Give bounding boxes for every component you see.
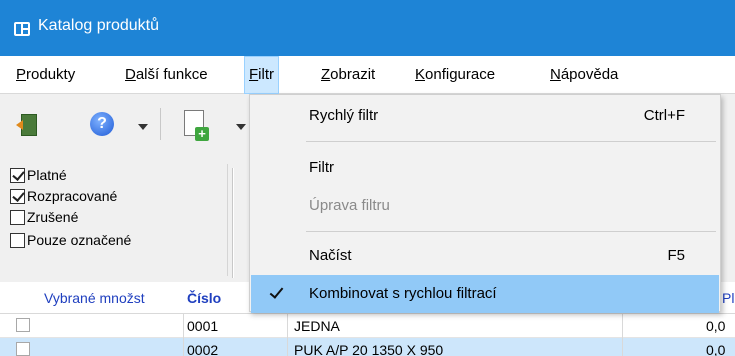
menu-item-label: Rychlý filtr xyxy=(309,107,379,124)
grid-column-divider xyxy=(287,314,288,356)
checkbox-label: Rozpracované xyxy=(27,188,118,204)
checkbox-unchecked-icon[interactable] xyxy=(10,233,25,248)
cell-cislo: 0001 xyxy=(187,318,219,334)
checkbox-label: Platné xyxy=(27,167,67,183)
grid-column-divider xyxy=(183,314,184,356)
checkmark-icon xyxy=(269,284,284,299)
help-dropdown-arrow-icon[interactable] xyxy=(138,124,148,130)
menu-item-rychly-filtr[interactable]: Rychlý filtr Ctrl+F xyxy=(251,97,719,135)
window-title: Katalog produktů xyxy=(38,17,159,34)
cell-value: 0,0 xyxy=(706,318,726,334)
menu-item-shortcut: F5 xyxy=(667,247,685,264)
menu-dalsi-funkce[interactable]: Další funkce xyxy=(121,56,212,94)
column-header-pl[interactable]: Pl xyxy=(722,282,734,314)
grid-column-divider xyxy=(622,314,623,356)
column-header-cislo[interactable]: Číslo xyxy=(187,282,221,314)
menu-item-kombinovat[interactable]: Kombinovat s rychlou filtrací xyxy=(251,275,719,313)
checkbox-label: Zrušené xyxy=(27,209,79,225)
status-checkbox-group: Platné Rozpracované Zrušené Pouze označe… xyxy=(8,164,228,276)
column-header-vybrane-mnozstvi[interactable]: Vybrané množst xyxy=(44,282,145,314)
checkbox-pouze-oznacene[interactable]: Pouze označené xyxy=(10,229,131,251)
table-row[interactable]: 0001 JEDNA 0,0 xyxy=(0,314,735,338)
cell-nazev: JEDNA xyxy=(294,318,340,334)
exit-door-icon[interactable] xyxy=(16,112,40,136)
row-checkbox[interactable] xyxy=(16,342,30,356)
row-checkbox[interactable] xyxy=(16,318,30,332)
table-row[interactable]: 0002 PUK A/P 20 1350 X 950 0,0 xyxy=(0,338,735,356)
menu-item-uprava-filtru: Úprava filtru xyxy=(251,187,719,225)
checkbox-checked-icon[interactable] xyxy=(10,189,25,204)
checkbox-zrusene[interactable]: Zrušené xyxy=(10,206,78,228)
checkbox-checked-icon[interactable] xyxy=(10,168,25,183)
menu-separator xyxy=(306,141,716,142)
title-bar: Katalog produktů xyxy=(0,0,735,56)
menu-produkty[interactable]: Produkty xyxy=(12,56,79,94)
new-dropdown-arrow-icon[interactable] xyxy=(236,124,246,130)
menu-napoveda[interactable]: Nápověda xyxy=(546,56,622,94)
cell-cislo: 0002 xyxy=(187,342,219,356)
menu-item-label: Úprava filtru xyxy=(309,197,390,214)
cell-nazev: PUK A/P 20 1350 X 950 xyxy=(294,342,444,356)
menu-item-filtr[interactable]: Filtr xyxy=(251,149,719,187)
menu-item-nacist[interactable]: Načíst F5 xyxy=(251,237,719,275)
menu-konfigurace[interactable]: Konfigurace xyxy=(411,56,499,94)
help-icon[interactable]: ? xyxy=(90,112,114,136)
checkbox-unchecked-icon[interactable] xyxy=(10,210,25,225)
checkbox-rozpracovane[interactable]: Rozpracované xyxy=(10,185,117,207)
menu-item-label: Filtr xyxy=(309,159,334,176)
menu-item-shortcut: Ctrl+F xyxy=(643,107,685,124)
menu-item-label: Načíst xyxy=(309,247,352,264)
menu-item-label: Kombinovat s rychlou filtrací xyxy=(309,285,497,302)
menu-bar: Produkty Další funkce Filtr Zobrazit Kon… xyxy=(0,56,735,94)
toolbar-separator xyxy=(160,108,161,140)
panel-divider xyxy=(232,168,234,278)
checkbox-platne[interactable]: Platné xyxy=(10,164,67,186)
menu-filtr[interactable]: Filtr xyxy=(244,56,279,94)
checkbox-label: Pouze označené xyxy=(27,232,132,248)
app-icon xyxy=(14,22,30,36)
new-document-icon[interactable] xyxy=(184,110,209,141)
cell-value: 0,0 xyxy=(706,342,726,356)
menu-separator xyxy=(306,231,716,232)
filtr-dropdown-menu: Rychlý filtr Ctrl+F Filtr Úprava filtru … xyxy=(249,94,721,313)
menu-zobrazit[interactable]: Zobrazit xyxy=(317,56,379,94)
